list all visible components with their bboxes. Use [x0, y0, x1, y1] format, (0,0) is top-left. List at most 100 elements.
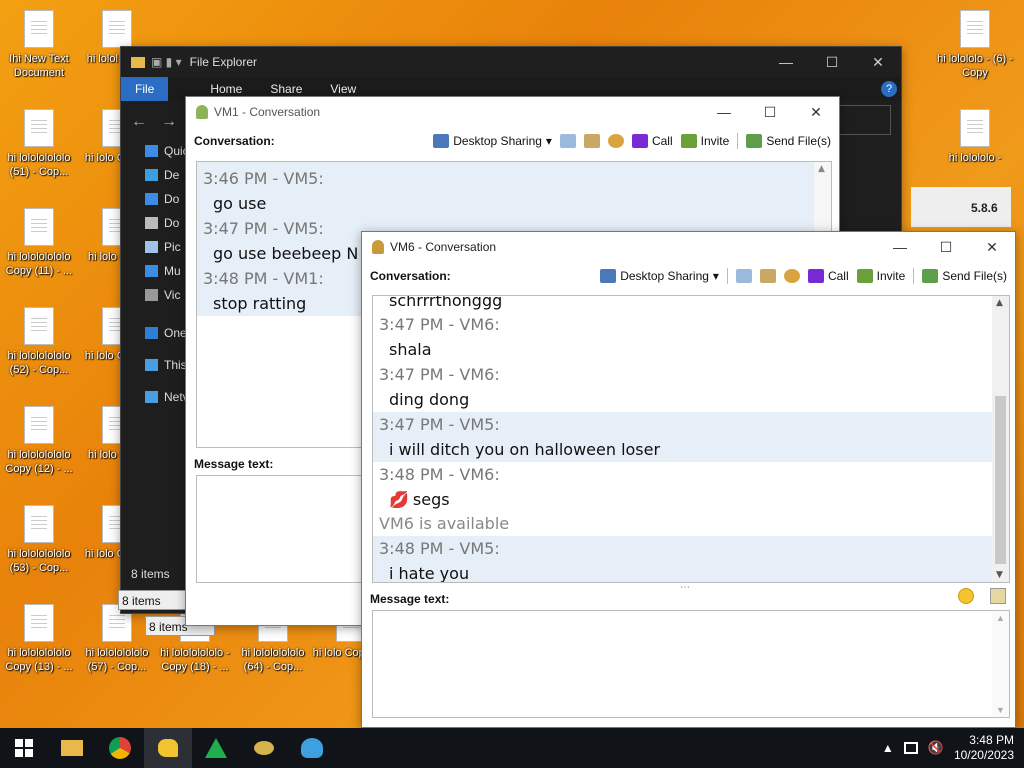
desktop-file-icon[interactable]: Ihi New Text Document [0, 10, 78, 80]
nav-pane-item[interactable]: Netv [121, 385, 191, 409]
edit-note-icon[interactable] [990, 588, 1006, 604]
desktop-file-icon[interactable]: hi lolololololo Copy (13) - ... [0, 604, 78, 674]
desktop-file-icon[interactable]: hi lolololololo (51) - Cop... [0, 109, 78, 179]
nav-pane-item[interactable]: Pic [121, 235, 191, 259]
notes-icon[interactable] [735, 269, 752, 283]
clipboard-icon[interactable] [583, 134, 600, 148]
nav-pane-item[interactable]: One [121, 321, 191, 345]
desktop-icon-label: hi lolololololo Copy (13) - ... [5, 647, 73, 673]
nav-item-label: Do [164, 216, 180, 230]
scroll-up-icon[interactable]: ▲ [818, 164, 825, 174]
network-icon[interactable] [903, 742, 918, 754]
clock[interactable]: 3:48 PM 10/20/2023 [954, 733, 1014, 763]
desktop-sharing-button[interactable]: Desktop Sharing ▾ [600, 269, 719, 283]
message-text-label: Message text: [370, 592, 450, 606]
nav-pane-item[interactable]: Vic [121, 283, 191, 307]
nav-pane-item[interactable]: De [121, 163, 191, 187]
scroll-up-icon[interactable]: ▲ [996, 613, 1005, 623]
desktop-file-icon[interactable]: hi lolololololo Copy (12) - ... [0, 406, 78, 476]
nav-pane-item[interactable]: Quic [121, 139, 191, 163]
desktop-file-icon[interactable]: hi lolololololo (57) - Cop... [78, 604, 156, 674]
nav-pane-item[interactable]: Mu [121, 259, 191, 283]
call-button[interactable]: Call [807, 269, 849, 283]
help-icon[interactable]: ? [881, 81, 897, 97]
desktop-file-icon[interactable]: hi lolololo - (6) - Copy [936, 10, 1014, 80]
explorer-titlebar[interactable]: ▣ ▮ ▾ File Explorer — ☐ ✕ [121, 47, 901, 77]
scrollbar[interactable]: ▲ ▼ [992, 296, 1009, 582]
nav-pane-item[interactable]: This [121, 353, 191, 377]
chevron-up-icon[interactable]: ▲ [882, 741, 894, 755]
volume-muted-icon[interactable]: 🔇 [928, 740, 944, 756]
desktop-file-icon[interactable]: hi lolololololo Copy (11) - ... [0, 208, 78, 278]
call-button[interactable]: Call [631, 134, 673, 148]
user-icon [196, 105, 208, 119]
desktop-icon-label: hi lolololololo (51) - Cop... [7, 152, 71, 178]
minimize-button[interactable]: — [877, 232, 923, 262]
vm6-conversation-window[interactable]: VM6 - Conversation — ☐ ✕ Conversation: D… [361, 231, 1016, 728]
message-body: ding dong [389, 390, 470, 409]
taskbar-beebeep[interactable] [144, 728, 192, 768]
splitter-handle[interactable]: ⋯ [680, 582, 691, 593]
palette-icon[interactable] [607, 134, 624, 148]
emoji-icon[interactable] [958, 588, 974, 604]
maximize-button[interactable]: ☐ [809, 47, 855, 77]
tab-share[interactable]: Share [256, 82, 316, 96]
desktop-file-icon[interactable]: hi lolololololo (53) - Cop... [0, 505, 78, 575]
desktop-file-icon[interactable]: hi lolololololo (52) - Cop... [0, 307, 78, 377]
invite-button[interactable]: Invite [856, 269, 905, 283]
scroll-down-icon[interactable]: ▼ [996, 705, 1005, 715]
nav-item-icon [145, 145, 158, 157]
nav-pane-item[interactable]: Do [121, 187, 191, 211]
taskbar-bee-app[interactable] [240, 728, 288, 768]
close-button[interactable]: ✕ [969, 232, 1015, 262]
text-file-icon [24, 208, 54, 246]
desktop-file-icon[interactable]: hi lolololo - [936, 109, 1014, 165]
send-files-button[interactable]: Send File(s) [922, 269, 1007, 283]
taskbar-chrome[interactable] [96, 728, 144, 768]
desktop-sharing-button[interactable]: Desktop Sharing ▾ [433, 134, 552, 148]
maximize-button[interactable]: ☐ [747, 97, 793, 127]
desktop-sharing-icon [600, 269, 617, 283]
send-files-button[interactable]: Send File(s) [746, 134, 831, 148]
nav-item-label: Vic [164, 288, 181, 302]
desktop-icon-label: hi lolololo - (6) - Copy [937, 53, 1013, 79]
nav-pane-item[interactable]: Do [121, 211, 191, 235]
explorer-nav-pane: Quic De Do Do Pic Mu Vic One This Netv [121, 139, 191, 409]
scroll-down-icon[interactable]: ▼ [996, 570, 1003, 580]
vm6-titlebar[interactable]: VM6 - Conversation — ☐ ✕ [362, 232, 1015, 262]
clock-date: 10/20/2023 [953, 748, 1014, 762]
scrollbar-thumb[interactable] [995, 396, 1006, 564]
forward-arrow-icon[interactable]: → [161, 113, 177, 131]
item-count-3: 8 items [149, 620, 188, 634]
tab-home[interactable]: Home [196, 82, 256, 96]
vm6-message-input[interactable]: ▲ ▼ [372, 610, 1010, 718]
tab-file[interactable]: File [121, 77, 169, 101]
text-file-icon [102, 10, 132, 48]
nav-item-label: De [164, 168, 180, 182]
taskbar-green-app[interactable] [192, 728, 240, 768]
tab-view[interactable]: View [316, 82, 370, 96]
explorer-right-panel: 5.8.6 [911, 187, 1011, 227]
send-file-icon [746, 134, 763, 148]
close-button[interactable]: ✕ [855, 47, 901, 77]
vm6-chat-history[interactable]: schrrrthonggg 3:47 PM - VM6: shala 3:47 PM… [372, 295, 1010, 583]
minimize-button[interactable]: — [701, 97, 747, 127]
invite-button[interactable]: Invite [680, 134, 729, 148]
version-label: 5.8.6 [971, 201, 998, 215]
minimize-button[interactable]: — [763, 47, 809, 77]
scroll-up-icon[interactable]: ▲ [996, 298, 1003, 308]
clipboard-icon[interactable] [759, 269, 776, 283]
palette-icon[interactable] [783, 269, 800, 283]
maximize-button[interactable]: ☐ [923, 232, 969, 262]
start-button[interactable] [0, 728, 48, 768]
notes-icon[interactable] [559, 134, 576, 148]
message-body-cut: schrrrthonggg [389, 295, 503, 310]
vm1-titlebar[interactable]: VM1 - Conversation — ☐ ✕ [186, 97, 839, 127]
taskbar-shell-app[interactable] [288, 728, 336, 768]
desktop-icon-label: hi lolololololo Copy (12) - ... [5, 449, 73, 475]
input-scrollbar[interactable]: ▲ ▼ [992, 611, 1009, 717]
message-item: 3:46 PM - VM5: go use [197, 166, 831, 216]
taskbar-file-explorer[interactable] [48, 728, 96, 768]
back-arrow-icon[interactable]: ← [131, 113, 147, 131]
close-button[interactable]: ✕ [793, 97, 839, 127]
